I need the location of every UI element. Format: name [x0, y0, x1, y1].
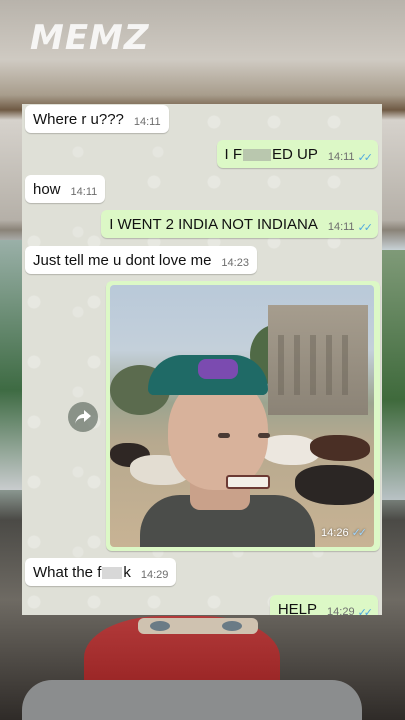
message-time: 14:26 [321, 527, 349, 539]
selfie-photo[interactable]: 14:26 ✓✓ [110, 285, 374, 547]
message-text: Where r u??? [33, 110, 124, 128]
censor-bar [102, 566, 123, 579]
streamer-hoodie [22, 680, 362, 720]
message-text-part: ED UP [272, 145, 318, 163]
message-text-part: I F [224, 145, 243, 163]
photo-timestamp: 14:26 ✓✓ [321, 526, 368, 539]
message-text: What the f k [33, 564, 131, 581]
message-text-part: What the f [33, 563, 102, 581]
chat-screenshot: Where r u??? 14:11 I F ED UP 14:11 ✓✓ how… [22, 104, 382, 615]
message-text: I WENT 2 INDIA NOT INDIANA [109, 215, 318, 233]
photo-cow [295, 465, 374, 505]
photo-message[interactable]: 14:26 ✓✓ [106, 281, 380, 551]
message-time: 14:11 [133, 116, 161, 128]
message-outgoing[interactable]: HELP 14:29 ✓✓ [269, 595, 378, 616]
share-arrow-glyph [75, 410, 91, 424]
message-text-part: k [123, 563, 131, 581]
message-text: I F ED UP [225, 146, 318, 163]
person-mouth [226, 475, 270, 489]
read-receipt-icon: ✓✓ [357, 151, 374, 164]
person-cap [148, 355, 268, 395]
message-outgoing[interactable]: I F ED UP 14:11 ✓✓ [216, 140, 378, 168]
message-time: 14:11 [70, 186, 98, 198]
message-text: HELP [277, 600, 318, 616]
background-window-right [381, 250, 405, 500]
message-time: 14:29 [140, 569, 169, 581]
read-receipt-icon: ✓✓ [357, 606, 374, 616]
message-incoming[interactable]: how 14:11 [25, 175, 106, 203]
background-window-left [0, 240, 24, 490]
photo-person [140, 355, 315, 547]
streamer-eyes [138, 618, 258, 634]
message-time: 14:29 [327, 606, 355, 615]
message-time: 14:23 [221, 257, 249, 269]
memz-logo: MEMZ [30, 18, 150, 58]
message-time: 14:11 [327, 151, 355, 163]
person-eye [258, 433, 270, 438]
message-text: how [33, 180, 61, 198]
read-receipt-icon: ✓✓ [357, 221, 374, 234]
message-incoming[interactable]: Just tell me u dont love me 14:23 [25, 246, 257, 274]
read-receipt-icon: ✓✓ [351, 527, 368, 539]
person-eye [218, 433, 230, 438]
message-incoming[interactable]: What the f k 14:29 [25, 558, 177, 586]
message-text: Just tell me u dont love me [33, 251, 212, 269]
censor-bar [243, 148, 271, 161]
message-incoming[interactable]: Where r u??? 14:11 [25, 105, 169, 133]
photo-cow [310, 435, 370, 461]
message-outgoing[interactable]: I WENT 2 INDIA NOT INDIANA 14:11 ✓✓ [101, 210, 378, 238]
message-time: 14:11 [327, 221, 355, 233]
share-forward-icon[interactable] [68, 402, 98, 432]
